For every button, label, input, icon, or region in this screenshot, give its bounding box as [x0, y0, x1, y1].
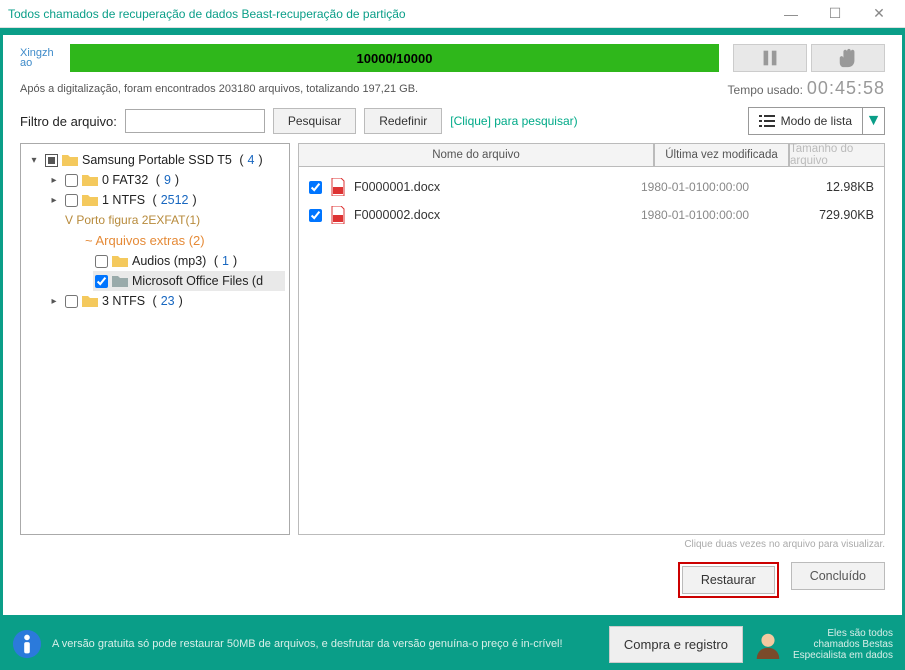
progress-bar: 10000/10000 — [70, 44, 719, 72]
tree-node-extras[interactable]: ~ Arquivos extras (2) — [45, 230, 285, 251]
folder-icon — [112, 254, 128, 268]
checkbox[interactable] — [65, 194, 78, 207]
search-hint: [Clique] para pesquisar) — [450, 114, 577, 128]
folder-icon — [82, 193, 98, 207]
view-mode-dropdown[interactable]: ▼ — [862, 108, 884, 134]
column-name[interactable]: Nome do arquivo — [298, 143, 654, 167]
folder-open-icon — [62, 153, 78, 167]
folder-icon — [112, 274, 128, 288]
scan-status: Após a digitalização, foram encontrados … — [20, 83, 728, 95]
checkbox[interactable] — [95, 275, 108, 288]
footer-tagline: Eles são todoschamados BestasEspecialist… — [793, 628, 893, 661]
column-date[interactable]: Última vez modificada — [654, 143, 789, 167]
docx-icon — [330, 178, 346, 196]
close-button[interactable]: ✕ — [861, 2, 897, 26]
footer-bar: A versão gratuita só pode restaurar 50MB… — [0, 618, 905, 670]
filter-input[interactable] — [125, 109, 265, 133]
window-title: Todos chamados de recuperação de dados B… — [8, 7, 773, 21]
tree-node-ntfs3[interactable]: ▸ 3 NTFS (23) — [45, 291, 285, 311]
tree-node-audios[interactable]: Audios (mp3) (1) — [93, 251, 285, 271]
brand-label: Xingzhao — [20, 48, 60, 68]
checkbox[interactable] — [65, 174, 78, 187]
file-list[interactable]: F0000001.docx 1980-01-0100:00:00 12.98KB… — [298, 167, 885, 535]
progress-text: 10000/10000 — [357, 51, 433, 66]
checkbox-mixed[interactable] — [45, 154, 58, 167]
footer-text: A versão gratuita só pode restaurar 50MB… — [52, 638, 599, 650]
column-size[interactable]: Tamanho do arquivo — [789, 143, 885, 167]
tree-node-office[interactable]: Microsoft Office Files (d — [93, 271, 285, 291]
file-checkbox[interactable] — [309, 209, 322, 222]
tree-root[interactable]: ▾ Samsung Portable SSD T5 (4) — [25, 150, 285, 170]
pause-icon — [759, 47, 781, 69]
restore-highlight: Restaurar — [678, 562, 779, 598]
restore-button[interactable]: Restaurar — [682, 566, 775, 594]
view-mode-label: Modo de lista — [781, 114, 852, 128]
buy-register-button[interactable]: Compra e registro — [609, 626, 743, 663]
done-button[interactable]: Concluído — [791, 562, 885, 590]
time-used-label: Tempo usado:00:45:58 — [728, 78, 885, 99]
file-list-header: Nome do arquivo Última vez modificada Ta… — [298, 143, 885, 167]
checkbox[interactable] — [65, 295, 78, 308]
hand-icon — [837, 47, 859, 69]
chevron-right-icon[interactable]: ▸ — [47, 296, 61, 307]
time-used-value: 00:45:58 — [807, 78, 885, 98]
tree-node-fat32[interactable]: ▸ 0 FAT32 (9) — [45, 170, 285, 190]
chevron-right-icon[interactable]: ▸ — [47, 195, 61, 206]
filter-label: Filtro de arquivo: — [20, 114, 117, 129]
checkbox[interactable] — [95, 255, 108, 268]
chevron-right-icon[interactable]: ▸ — [47, 175, 61, 186]
pause-button[interactable] — [733, 44, 807, 72]
tree-node-ntfs1[interactable]: ▸ 1 NTFS (2512) — [45, 190, 285, 210]
file-checkbox[interactable] — [309, 181, 322, 194]
preview-hint: Clique duas vezes no arquivo para visual… — [20, 535, 885, 558]
stop-button[interactable] — [811, 44, 885, 72]
chevron-down-icon[interactable]: ▾ — [27, 155, 41, 166]
folder-icon — [82, 294, 98, 308]
file-row[interactable]: F0000002.docx 1980-01-0100:00:00 729.90K… — [307, 201, 876, 229]
maximize-button[interactable]: ☐ — [817, 2, 853, 26]
avatar-icon — [753, 629, 783, 659]
folder-tree[interactable]: ▾ Samsung Portable SSD T5 (4) ▸ 0 FAT32 … — [20, 143, 290, 535]
docx-icon — [330, 206, 346, 224]
tree-node-vport[interactable]: V Porto figura 2EXFAT(1) — [45, 210, 285, 230]
folder-icon — [82, 173, 98, 187]
search-button[interactable]: Pesquisar — [273, 108, 356, 134]
view-mode-selector[interactable]: Modo de lista ▼ — [748, 107, 885, 135]
info-icon — [12, 629, 42, 659]
file-row[interactable]: F0000001.docx 1980-01-0100:00:00 12.98KB — [307, 173, 876, 201]
minimize-button[interactable]: — — [773, 2, 809, 26]
titlebar: Todos chamados de recuperação de dados B… — [0, 0, 905, 28]
reset-button[interactable]: Redefinir — [364, 108, 442, 134]
list-icon — [759, 114, 775, 128]
